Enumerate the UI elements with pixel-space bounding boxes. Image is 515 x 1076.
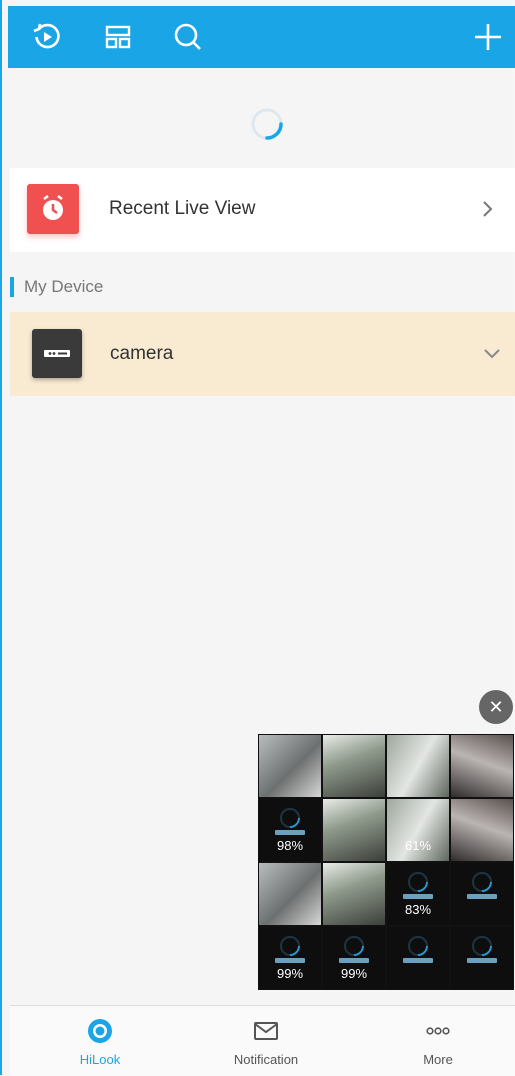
preview-tile[interactable] [323,799,385,861]
tile-channel-bar [403,958,433,963]
nav-label-more: More [423,1052,453,1067]
preview-tile[interactable] [387,927,449,989]
tile-channel-bar [339,958,369,963]
device-row-camera[interactable]: camera [10,312,515,396]
dvr-device-icon [32,329,82,378]
recent-clock-icon [27,184,79,234]
preview-tile[interactable] [451,927,513,989]
tile-loading-percent: 99% [340,966,368,981]
chevron-down-icon[interactable] [481,344,503,364]
tile-loading-percent: 83% [404,902,432,917]
loading-ring-icon [279,807,301,829]
loading-ring-icon [407,935,429,957]
tile-loading-percent: 99% [276,966,304,981]
preview-tile[interactable] [259,863,321,925]
preview-tile[interactable] [323,863,385,925]
loading-ring-icon [279,935,301,957]
recent-live-view-row[interactable]: Recent Live View [10,168,515,252]
tile-loading-percent: 98% [276,838,304,853]
section-accent-bar [10,277,14,297]
home-icon [87,1018,113,1044]
preview-tile[interactable] [387,735,449,797]
chevron-right-icon [477,198,497,220]
add-icon[interactable] [471,20,505,54]
more-icon [425,1018,451,1044]
nav-label-hilook: HiLook [79,1052,121,1067]
preview-tile[interactable] [451,799,513,861]
section-label: My Device [24,277,104,296]
recent-live-view-label: Recent Live View [109,198,256,219]
nav-item-hilook[interactable]: HiLook [40,1006,160,1076]
live-preview-grid[interactable]: 98% 61% 83% 99% 99% [258,734,514,990]
playback-icon[interactable] [30,20,64,54]
preview-tile[interactable]: 83% [387,863,449,925]
close-icon: ✕ [488,696,504,717]
loading-ring-icon [407,871,429,893]
tile-channel-bar [467,958,497,963]
nav-label-notification: Notification [233,1052,299,1067]
bottom-navigation: HiLook Notification More [10,1005,515,1076]
nav-item-notification[interactable]: Notification [206,1006,326,1076]
close-preview-button[interactable]: ✕ [479,690,513,724]
preview-tile[interactable] [259,735,321,797]
my-device-section-header: My Device [10,274,103,300]
tile-channel-bar [275,830,305,835]
top-toolbar [8,6,515,68]
search-icon[interactable] [171,20,205,54]
preview-tile[interactable]: 99% [323,927,385,989]
loading-ring-icon [343,935,365,957]
loading-ring-icon [471,871,493,893]
loading-spinner-icon [250,107,284,141]
loading-ring-icon [471,935,493,957]
nav-item-more[interactable]: More [378,1006,498,1076]
preview-tile[interactable]: 99% [259,927,321,989]
mail-icon [253,1018,279,1044]
preview-tile[interactable] [323,735,385,797]
tile-channel-bar [275,958,305,963]
preview-tile[interactable]: 61% [387,799,449,861]
tile-channel-bar [467,894,497,899]
device-name: camera [110,343,174,364]
preview-tile[interactable] [451,863,513,925]
preview-tile[interactable]: 98% [259,799,321,861]
tile-loading-percent: 61% [404,838,432,853]
layout-icon[interactable] [101,20,135,54]
tile-channel-bar [403,894,433,899]
preview-tile[interactable] [451,735,513,797]
